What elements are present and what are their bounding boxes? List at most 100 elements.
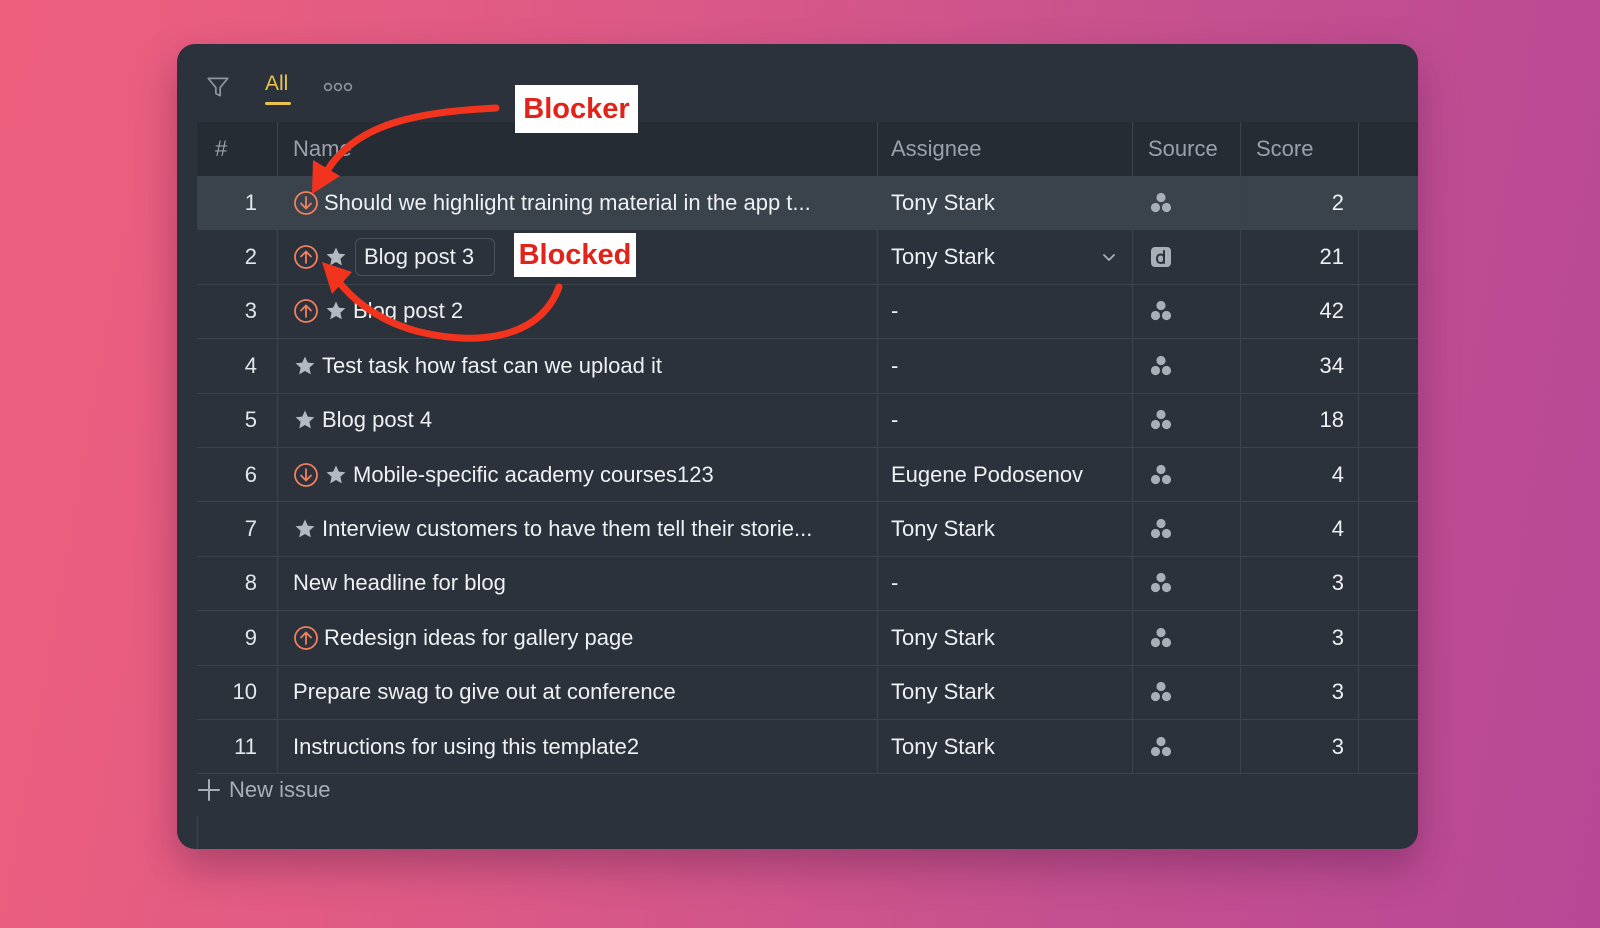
name-cell[interactable]: Instructions for using this template2 <box>277 720 867 773</box>
blocked-icon[interactable] <box>293 298 319 324</box>
callout-blocker: Blocker <box>515 85 638 133</box>
score-cell[interactable]: 18 <box>1240 394 1358 447</box>
issue-name[interactable]: Blog post 2 <box>353 298 463 324</box>
score-cell[interactable]: 42 <box>1240 285 1358 338</box>
row-number: 3 <box>197 285 277 338</box>
table-row[interactable]: 8 New headline for blog - 3 <box>197 557 1418 612</box>
star-icon[interactable] <box>293 517 317 541</box>
source-cell <box>1132 285 1240 338</box>
issues-table: # Name Assignee Source Score 1 Should we … <box>197 122 1418 775</box>
issue-name[interactable]: Test task how fast can we upload it <box>322 353 662 379</box>
score-cell[interactable]: 3 <box>1240 666 1358 719</box>
table-row[interactable]: 10 Prepare swag to give out at conference… <box>197 666 1418 720</box>
name-cell[interactable]: Test task how fast can we upload it <box>277 339 867 392</box>
column-header-num[interactable]: # <box>215 122 227 176</box>
score-cell[interactable]: 3 <box>1240 611 1358 664</box>
issue-name[interactable]: Redesign ideas for gallery page <box>324 625 633 651</box>
issue-name[interactable]: Should we highlight training material in… <box>324 190 811 216</box>
assignee-name: - <box>891 570 899 596</box>
table-row[interactable]: 6 Mobile-specific academy courses123 Eugen… <box>197 448 1418 503</box>
row-number: 1 <box>197 176 277 229</box>
assignee-cell[interactable]: Eugene Podosenov <box>877 448 1127 501</box>
score-cell[interactable]: 3 <box>1240 720 1358 773</box>
name-cell[interactable]: New headline for blog <box>277 557 867 610</box>
row-number: 9 <box>197 611 277 664</box>
star-icon[interactable] <box>293 354 317 378</box>
assignee-cell[interactable]: Tony Stark <box>877 611 1127 664</box>
table-row[interactable]: 3 Blog post 2 - 42 <box>197 285 1418 340</box>
cluster-source-icon <box>1150 736 1172 756</box>
score-cell[interactable]: 34 <box>1240 339 1358 392</box>
table-row[interactable]: 2 Blog post 3 Tony Stark 21 <box>197 230 1418 285</box>
column-header-name[interactable]: Name <box>293 122 352 176</box>
new-issue-label: New issue <box>229 777 331 802</box>
score-cell[interactable]: 3 <box>1240 557 1358 610</box>
assignee-cell[interactable]: Tony Stark <box>877 720 1127 773</box>
name-edit-field[interactable]: Blog post 3 <box>355 238 496 277</box>
issue-name[interactable]: Interview customers to have them tell th… <box>322 516 812 542</box>
column-header-source[interactable]: Source <box>1148 122 1218 176</box>
assignee-name: Tony Stark <box>891 679 995 705</box>
name-cell[interactable]: Should we highlight training material in… <box>277 176 867 229</box>
table-header: # Name Assignee Source Score <box>197 122 1418 176</box>
star-icon[interactable] <box>324 463 348 487</box>
name-cell[interactable]: Blog post 2 <box>277 285 867 338</box>
assignee-cell[interactable]: Tony Stark <box>877 502 1127 555</box>
filter-icon[interactable] <box>205 74 231 100</box>
table-row[interactable]: 9 Redesign ideas for gallery page Tony Sta… <box>197 611 1418 666</box>
row-number-text: 9 <box>244 624 257 650</box>
column-divider <box>1240 122 1241 775</box>
assignee-cell[interactable]: Tony Stark <box>877 230 1127 283</box>
score-cell[interactable]: 2 <box>1240 176 1358 229</box>
table-row[interactable]: 7 Interview customers to have them tell t… <box>197 502 1418 557</box>
table-row[interactable]: 5 Blog post 4 - 18 <box>197 394 1418 448</box>
table-row[interactable]: 1 Should we highlight training material i… <box>197 176 1418 231</box>
score-value: 3 <box>1331 679 1344 705</box>
assignee-cell[interactable]: Tony Stark <box>877 666 1127 719</box>
callout-blocked: Blocked <box>514 233 636 277</box>
row-number: 8 <box>197 557 277 610</box>
issue-name[interactable]: Prepare swag to give out at conference <box>293 679 676 705</box>
chevron-down-icon[interactable] <box>1101 249 1117 265</box>
column-header-assignee[interactable]: Assignee <box>891 122 982 176</box>
assignee-cell[interactable]: Tony Stark <box>877 176 1127 229</box>
more-horizontal-icon[interactable] <box>323 80 353 94</box>
score-cell[interactable]: 4 <box>1240 448 1358 501</box>
score-cell[interactable]: 4 <box>1240 502 1358 555</box>
score-cell[interactable]: 21 <box>1240 230 1358 283</box>
assignee-cell[interactable]: - <box>877 339 1127 392</box>
issue-name[interactable]: New headline for blog <box>293 570 506 596</box>
blocked-icon[interactable] <box>293 625 319 651</box>
name-cell[interactable]: Blog post 4 <box>277 394 867 447</box>
issue-name[interactable]: Blog post 3 <box>364 244 474 270</box>
column-header-score[interactable]: Score <box>1256 122 1313 176</box>
source-cell <box>1132 666 1240 719</box>
assignee-cell[interactable]: - <box>877 394 1127 447</box>
row-number: 6 <box>197 448 277 501</box>
blocker-icon[interactable] <box>293 190 319 216</box>
tab-all[interactable]: All <box>265 72 288 96</box>
issue-name[interactable]: Mobile-specific academy courses123 <box>353 462 714 488</box>
assignee-name: Tony Stark <box>891 624 995 650</box>
table-row[interactable]: 11 Instructions for using this template2 T… <box>197 720 1418 775</box>
row-number: 5 <box>197 394 277 447</box>
name-cell[interactable]: Prepare swag to give out at conference <box>277 666 867 719</box>
blocked-icon[interactable] <box>293 244 319 270</box>
cluster-source-icon <box>1150 355 1172 375</box>
assignee-cell[interactable]: - <box>877 557 1127 610</box>
star-icon[interactable] <box>324 299 348 323</box>
new-issue-button[interactable]: New issue <box>197 764 330 816</box>
blocker-icon[interactable] <box>293 462 319 488</box>
star-icon[interactable] <box>324 245 348 269</box>
star-icon[interactable] <box>293 408 317 432</box>
table-row[interactable]: 4 Test task how fast can we upload it - 34 <box>197 339 1418 394</box>
issue-name[interactable]: Blog post 4 <box>322 407 432 433</box>
score-value: 2 <box>1331 189 1344 215</box>
source-cell <box>1132 176 1240 229</box>
name-cell[interactable]: Redesign ideas for gallery page <box>277 611 867 664</box>
issue-name[interactable]: Instructions for using this template2 <box>293 734 639 760</box>
name-cell[interactable]: Interview customers to have them tell th… <box>277 502 867 555</box>
assignee-cell[interactable]: - <box>877 285 1127 338</box>
name-cell[interactable]: Mobile-specific academy courses123 <box>277 448 867 501</box>
table-body: 1 Should we highlight training material i… <box>197 176 1418 775</box>
